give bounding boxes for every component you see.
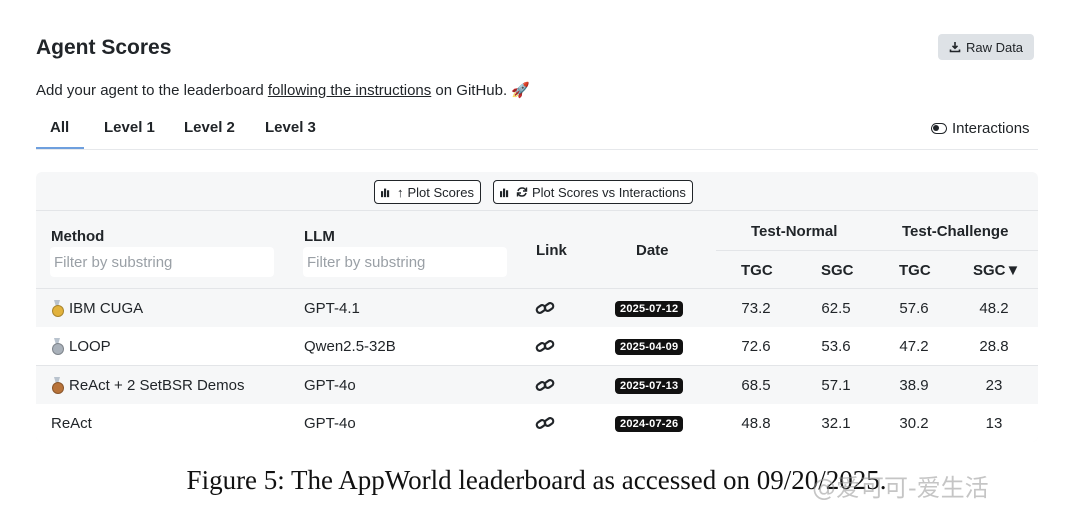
intro-text: Add your agent to the leaderboard follow… <box>36 82 530 99</box>
method-cell: IBM CUGA <box>51 300 143 317</box>
tab-all[interactable]: All <box>50 119 69 136</box>
refresh-icon <box>516 187 528 197</box>
header-challenge-sgc-sorted[interactable]: SGC▼ <box>973 262 1020 279</box>
raw-data-button[interactable]: Raw Data <box>938 34 1034 60</box>
leaderboard-table: ↑ Plot Scores Plot Scores vs Interaction… <box>36 172 1038 442</box>
plot-vs-interactions-button[interactable]: Plot Scores vs Interactions <box>493 180 693 204</box>
normal-sgc-cell: 53.6 <box>821 338 851 355</box>
normal-sgc-cell: 57.1 <box>821 377 851 394</box>
silver-medal-icon <box>51 338 64 355</box>
challenge-sgc-cell: 13 <box>985 415 1003 432</box>
active-tab-indicator <box>36 147 84 149</box>
table-row: ReAct + 2 SetBSR Demos GPT-4o 2025-07-13 68… <box>36 366 1038 404</box>
table-row: ReAct GPT-4o 2024-07-26 48.8 32.1 30.2 13 <box>36 404 1038 442</box>
challenge-tgc-cell: 38.9 <box>899 377 929 394</box>
bar-chart-icon <box>500 188 509 198</box>
date-badge: 2025-07-13 <box>615 378 684 394</box>
method-cell: LOOP <box>51 338 111 355</box>
header-date: Date <box>636 242 669 259</box>
header-normal-tgc[interactable]: TGC <box>741 262 773 279</box>
tab-level-1[interactable]: Level 1 <box>104 119 155 136</box>
llm-cell: GPT-4.1 <box>304 300 360 317</box>
method-cell: ReAct <box>51 415 92 432</box>
challenge-sgc-cell: 28.8 <box>979 338 1009 355</box>
watermark: @爱可可-爱生活 <box>812 474 989 502</box>
challenge-tgc-cell: 57.6 <box>899 300 929 317</box>
table-row: LOOP Qwen2.5-32B 2025-04-09 72.6 53.6 47.2 28.… <box>36 327 1038 365</box>
link-icon[interactable] <box>535 299 555 317</box>
download-icon <box>949 42 961 53</box>
plot-scores-button[interactable]: ↑ Plot Scores <box>374 180 481 204</box>
level-tabs: All Level 1 Level 2 Level 3 <box>36 116 1038 150</box>
link-icon[interactable] <box>535 376 555 394</box>
divider <box>716 250 1038 251</box>
bar-chart-up-icon <box>381 188 390 198</box>
normal-sgc-cell: 32.1 <box>821 415 851 432</box>
normal-sgc-cell: 62.5 <box>821 300 851 317</box>
header-llm: LLM <box>304 228 335 245</box>
instructions-link[interactable]: following the instructions <box>268 82 431 99</box>
bronze-medal-icon <box>51 377 64 394</box>
method-filter-input[interactable] <box>50 247 274 277</box>
method-cell: ReAct + 2 SetBSR Demos <box>51 377 245 394</box>
interactions-toggle[interactable]: Interactions <box>931 120 1030 137</box>
normal-tgc-cell: 48.8 <box>741 415 771 432</box>
header-test-challenge: Test-Challenge <box>902 223 1009 240</box>
raw-data-label: Raw Data <box>965 39 1024 55</box>
date-badge: 2025-07-12 <box>615 301 684 317</box>
plot-vs-interactions-label: Plot Scores vs Interactions <box>532 184 686 200</box>
header-test-normal: Test-Normal <box>751 223 838 240</box>
llm-cell: GPT-4o <box>304 415 356 432</box>
page-title: Agent Scores <box>36 36 172 59</box>
divider <box>36 210 1038 211</box>
tab-level-3[interactable]: Level 3 <box>265 119 316 136</box>
link-icon[interactable] <box>535 337 555 355</box>
normal-tgc-cell: 72.6 <box>741 338 771 355</box>
challenge-sgc-cell: 23 <box>985 377 1003 394</box>
header-method: Method <box>51 228 105 245</box>
llm-cell: Qwen2.5-32B <box>304 338 396 355</box>
normal-tgc-cell: 68.5 <box>741 377 771 394</box>
llm-filter-input[interactable] <box>303 247 507 277</box>
normal-tgc-cell: 73.2 <box>741 300 771 317</box>
interactions-label: Interactions <box>952 120 1030 137</box>
header-normal-sgc[interactable]: SGC <box>821 262 854 279</box>
toggle-icon <box>931 123 947 134</box>
challenge-tgc-cell: 30.2 <box>899 415 929 432</box>
arrow-up-icon: ↑ <box>397 184 404 200</box>
header-link: Link <box>536 242 567 259</box>
challenge-tgc-cell: 47.2 <box>899 338 929 355</box>
tab-level-2[interactable]: Level 2 <box>184 119 235 136</box>
gold-medal-icon <box>51 300 64 317</box>
challenge-sgc-cell: 48.2 <box>979 300 1009 317</box>
plot-scores-label: Plot Scores <box>407 184 474 200</box>
date-badge: 2025-04-09 <box>615 339 684 355</box>
date-badge: 2024-07-26 <box>615 416 684 432</box>
llm-cell: GPT-4o <box>304 377 356 394</box>
table-row: IBM CUGA GPT-4.1 2025-07-12 73.2 62.5 57.6 48.… <box>36 289 1038 327</box>
header-challenge-tgc[interactable]: TGC <box>899 262 931 279</box>
link-icon[interactable] <box>535 414 555 432</box>
